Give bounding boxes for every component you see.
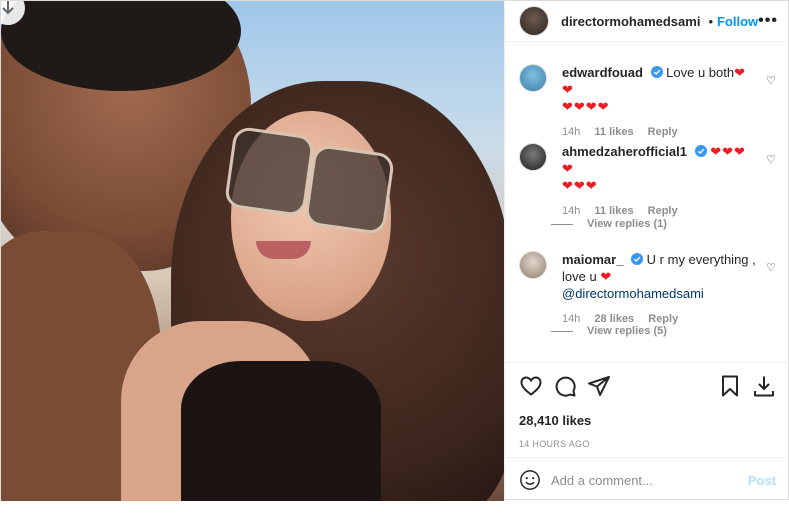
more-options-button[interactable]: •••: [758, 12, 778, 30]
like-heart-icon[interactable]: [519, 374, 543, 398]
commenter-avatar[interactable]: [519, 143, 547, 171]
verified-badge-icon: [694, 145, 707, 157]
commenter-username[interactable]: ahmedzaherofficial1: [562, 144, 687, 159]
comment-hearts-line2: ❤❤❤: [562, 178, 598, 193]
replies-line: [551, 223, 573, 225]
comment-mention-link[interactable]: @directormohamedsami: [562, 286, 704, 301]
comment-hearts-line2: ❤❤❤❤: [562, 99, 610, 114]
follow-button[interactable]: Follow: [717, 14, 758, 29]
commenter-avatar[interactable]: [519, 251, 547, 279]
view-replies-label[interactable]: View replies (5): [587, 325, 667, 337]
reply-button[interactable]: Reply: [648, 205, 678, 217]
like-comment-heart-icon[interactable]: ♡: [766, 261, 776, 274]
commenter-avatar[interactable]: [519, 64, 547, 92]
reply-button[interactable]: Reply: [648, 313, 678, 325]
post-header: directormohamedsami • Follow •••: [505, 1, 789, 42]
photo-lens-right: [303, 143, 396, 236]
photo-woman-top: [181, 361, 381, 501]
comments-list[interactable]: edwardfouad Love u both❤❤ ❤❤❤❤ 14h 11 li…: [505, 42, 789, 362]
post-side-panel: directormohamedsami • Follow ••• edwardf…: [504, 1, 789, 501]
post-actions: 28,410 likes 14 HOURS AGO: [505, 362, 789, 449]
photo-sunglasses: [223, 125, 396, 236]
separator-dot: •: [708, 13, 713, 29]
comment-likes[interactable]: 11 likes: [594, 126, 633, 138]
share-paper-plane-icon[interactable]: [587, 374, 611, 398]
like-comment-heart-icon[interactable]: ♡: [766, 153, 776, 166]
post-timestamp[interactable]: 14 HOURS AGO: [519, 439, 776, 449]
comment-text: Love u both: [666, 65, 735, 80]
photo-lens-left: [223, 125, 316, 218]
author-avatar[interactable]: [519, 6, 549, 36]
add-comment-bar: Add a comment... Post: [505, 457, 789, 502]
verified-badge-icon: [631, 253, 644, 265]
action-icons-right: [718, 374, 776, 398]
comment-body: ahmedzaherofficial1 ❤❤❤❤ ❤❤❤ 14h 11 like…: [562, 143, 756, 220]
post-comment-button[interactable]: Post: [748, 473, 776, 488]
post-photo[interactable]: [1, 1, 504, 501]
comment-time: 14h: [562, 313, 581, 325]
comment-text-line2: love u: [562, 269, 597, 284]
instagram-post: directormohamedsami • Follow ••• edwardf…: [0, 0, 789, 501]
view-replies-label[interactable]: View replies (1): [587, 218, 667, 230]
commenter-username[interactable]: edwardfouad: [562, 65, 643, 80]
comment-time: 14h: [562, 205, 581, 217]
comment-likes[interactable]: 11 likes: [594, 205, 633, 217]
download-icon[interactable]: [752, 374, 776, 398]
reply-button[interactable]: Reply: [648, 126, 678, 138]
like-comment-heart-icon[interactable]: ♡: [766, 74, 776, 87]
comment-time: 14h: [562, 126, 581, 138]
emoji-icon[interactable]: [519, 469, 541, 491]
commenter-username[interactable]: maiomar_: [562, 252, 623, 267]
replies-line: [551, 330, 573, 332]
comment-input[interactable]: Add a comment...: [551, 473, 748, 488]
comment-heart: ❤: [600, 269, 613, 284]
view-replies-button[interactable]: View replies (1): [551, 218, 667, 230]
comment-meta: 14h 11 likes Reply: [562, 124, 756, 141]
comment-text: U r my everything ,: [646, 252, 756, 267]
verified-badge-icon: [650, 66, 663, 78]
comment-bubble-icon[interactable]: [553, 374, 577, 398]
comment-likes[interactable]: 28 likes: [594, 313, 634, 325]
action-icons-row: [519, 373, 776, 399]
view-replies-button[interactable]: View replies (5): [551, 325, 667, 337]
comment-body: edwardfouad Love u both❤❤ ❤❤❤❤ 14h 11 li…: [562, 64, 756, 141]
comment-body: maiomar_ U r my everything , love u ❤ @d…: [562, 251, 756, 328]
save-bookmark-icon[interactable]: [718, 374, 742, 398]
author-username[interactable]: directormohamedsami: [561, 14, 700, 29]
likes-count[interactable]: 28,410 likes: [519, 413, 776, 428]
